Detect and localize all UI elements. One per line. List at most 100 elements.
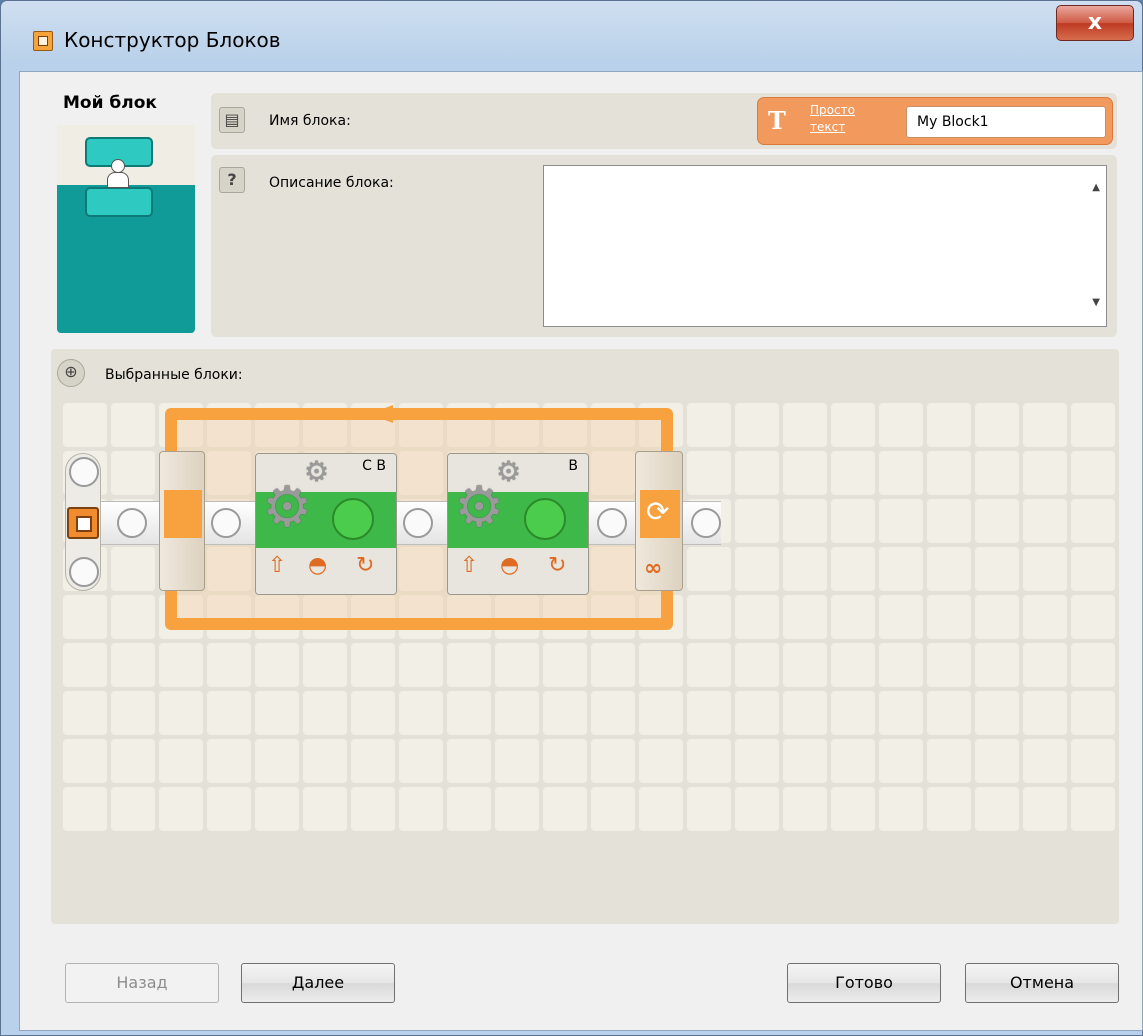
app-icon bbox=[33, 31, 53, 51]
grid-cell bbox=[687, 691, 731, 735]
grid-cell bbox=[111, 547, 155, 591]
gear-icon: ⚙ bbox=[454, 475, 505, 540]
done-button[interactable]: Готово bbox=[787, 963, 941, 1003]
crosshair-icon: ⊕ bbox=[57, 359, 85, 387]
motor-block-2[interactable]: ⚙ ⚙ B ⇧ ◓ ↻ bbox=[447, 453, 589, 595]
grid-cell bbox=[207, 739, 251, 783]
grid-cell bbox=[447, 643, 491, 687]
grid-cell bbox=[639, 643, 683, 687]
grid-cell bbox=[303, 691, 347, 735]
grid-cell bbox=[831, 643, 875, 687]
grid-cell bbox=[927, 643, 971, 687]
grid-cell bbox=[831, 739, 875, 783]
plain-text-link[interactable]: Просто текст bbox=[810, 102, 870, 136]
grid-cell bbox=[111, 787, 155, 831]
grid-cell bbox=[1023, 451, 1067, 495]
grid-cell bbox=[351, 643, 395, 687]
grid-cell bbox=[639, 691, 683, 735]
motor-status-circle bbox=[332, 498, 374, 540]
grid-cell bbox=[831, 499, 875, 543]
grid-cell bbox=[735, 643, 779, 687]
grid-cell bbox=[927, 499, 971, 543]
grid-cell bbox=[303, 787, 347, 831]
grid-cell bbox=[735, 595, 779, 639]
connector-node bbox=[117, 508, 147, 538]
duration-timer-icon: ↻ bbox=[548, 553, 567, 578]
help-icon: ? bbox=[219, 167, 245, 193]
loop-start-block[interactable] bbox=[159, 451, 205, 591]
grid-cell bbox=[783, 499, 827, 543]
grid-cell bbox=[975, 403, 1019, 447]
grid-cell bbox=[111, 739, 155, 783]
scroll-up-icon[interactable]: ▲ bbox=[1092, 182, 1100, 193]
grid-cell bbox=[1023, 499, 1067, 543]
preview-tile-bottom bbox=[85, 187, 153, 217]
grid-cell bbox=[591, 787, 635, 831]
grid-cell bbox=[879, 595, 923, 639]
grid-cell bbox=[735, 691, 779, 735]
grid-cell bbox=[1071, 691, 1115, 735]
block-icon-preview bbox=[57, 125, 195, 333]
grid-cell bbox=[975, 547, 1019, 591]
grid-cell bbox=[1071, 739, 1115, 783]
grid-cell bbox=[447, 787, 491, 831]
grid-cell bbox=[783, 547, 827, 591]
grid-cell bbox=[975, 499, 1019, 543]
grid-cell bbox=[1023, 643, 1067, 687]
grid-cell bbox=[1023, 547, 1067, 591]
motor-block-1[interactable]: ⚙ ⚙ C B ⇧ ◓ ↻ bbox=[255, 453, 397, 595]
grid-cell bbox=[783, 691, 827, 735]
motor-ports: B bbox=[568, 458, 578, 474]
grid-cell bbox=[63, 691, 107, 735]
direction-arrow-icon: ⇧ bbox=[268, 553, 287, 578]
grid-cell bbox=[207, 691, 251, 735]
scroll-down-icon[interactable]: ▼ bbox=[1092, 297, 1100, 308]
grid-cell bbox=[831, 691, 875, 735]
window-title: Конструктор Блоков bbox=[64, 28, 281, 52]
grid-cell bbox=[879, 787, 923, 831]
grid-cell bbox=[1023, 691, 1067, 735]
block-name-input[interactable] bbox=[906, 106, 1106, 138]
cancel-button[interactable]: Отмена bbox=[965, 963, 1119, 1003]
grid-cell bbox=[735, 787, 779, 831]
grid-cell bbox=[783, 451, 827, 495]
title-bar[interactable]: Конструктор Блоков x bbox=[1, 1, 1142, 71]
grid-cell bbox=[399, 739, 443, 783]
direction-arrow-icon: ⇧ bbox=[460, 553, 479, 578]
grid-cell bbox=[207, 643, 251, 687]
grid-cell bbox=[1071, 787, 1115, 831]
text-type-icon: T bbox=[768, 106, 786, 135]
grid-cell bbox=[63, 595, 107, 639]
block-description-textarea[interactable]: ▲ ▼ bbox=[543, 165, 1107, 327]
loop-end-block[interactable]: ⟳ ∞ bbox=[635, 451, 683, 591]
description-scrollbar[interactable]: ▲ ▼ bbox=[1086, 166, 1106, 326]
grid-cell bbox=[1023, 595, 1067, 639]
next-button[interactable]: Далее bbox=[241, 963, 395, 1003]
start-block-icon[interactable] bbox=[67, 507, 99, 539]
grid-cell bbox=[447, 691, 491, 735]
grid-cell bbox=[783, 643, 827, 687]
grid-cell bbox=[255, 787, 299, 831]
grid-cell bbox=[543, 691, 587, 735]
grid-cell bbox=[351, 787, 395, 831]
close-button[interactable]: x bbox=[1056, 5, 1134, 41]
grid-cell bbox=[927, 787, 971, 831]
grid-cell bbox=[63, 739, 107, 783]
grid-cell bbox=[159, 691, 203, 735]
grid-cell bbox=[63, 403, 107, 447]
grid-cell bbox=[687, 595, 731, 639]
infinity-icon: ∞ bbox=[644, 556, 663, 581]
grid-cell bbox=[975, 451, 1019, 495]
small-gear-icon: ⚙ bbox=[304, 455, 330, 488]
connector-node bbox=[597, 508, 627, 538]
grid-cell bbox=[543, 643, 587, 687]
grid-cell bbox=[831, 403, 875, 447]
grid-cell bbox=[783, 403, 827, 447]
grid-cell bbox=[495, 739, 539, 783]
grid-cell bbox=[879, 739, 923, 783]
selected-blocks-label: Выбранные блоки: bbox=[105, 367, 243, 383]
back-button[interactable]: Назад bbox=[65, 963, 219, 1003]
grid-cell bbox=[879, 403, 923, 447]
grid-cell bbox=[927, 691, 971, 735]
grid-cell bbox=[447, 739, 491, 783]
